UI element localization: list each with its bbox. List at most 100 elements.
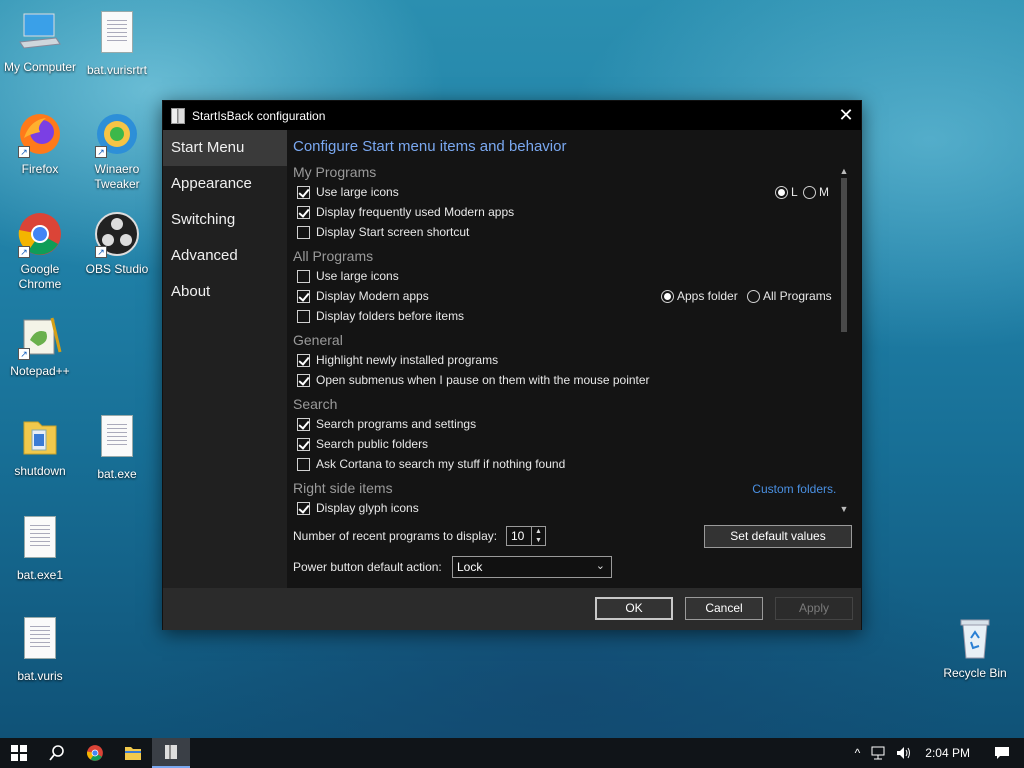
title-bar[interactable]: StartIsBack configuration ✕	[163, 101, 861, 130]
document-icon	[16, 617, 64, 665]
checkbox[interactable]	[297, 417, 310, 431]
network-icon[interactable]	[870, 746, 886, 760]
option-label: Search public folders	[316, 437, 429, 451]
option-ap-folders-before[interactable]: Display folders before items	[297, 307, 464, 325]
folder-icon	[16, 412, 64, 460]
sidebar-item-appearance[interactable]: Appearance	[163, 166, 287, 202]
radio-apps-folder[interactable]: Apps folder	[661, 287, 738, 305]
desktop-icon-label: Winaero Tweaker	[94, 162, 140, 191]
radio-button[interactable]	[775, 185, 788, 199]
radio-button[interactable]	[747, 289, 760, 303]
stepper-arrows[interactable]: ▲ ▼	[531, 527, 545, 545]
sidebar-item-start-menu[interactable]: Start Menu	[163, 130, 287, 166]
recent-programs-stepper[interactable]: 10 ▲ ▼	[506, 526, 546, 546]
chrome-icon	[87, 745, 103, 761]
sidebar-item-advanced[interactable]: Advanced	[163, 238, 287, 274]
checkbox[interactable]	[297, 309, 310, 323]
checkbox[interactable]	[297, 373, 310, 387]
set-default-values-button[interactable]: Set default values	[704, 525, 852, 548]
section-general: General	[293, 332, 343, 348]
ok-button[interactable]: OK	[595, 597, 673, 620]
notification-icon[interactable]	[994, 746, 1010, 760]
desktop-icon-winaero-tweaker[interactable]: ↗ Winaero Tweaker	[77, 110, 157, 192]
radio-label: M	[819, 185, 829, 199]
stepper-up-icon[interactable]: ▲	[532, 527, 545, 536]
radio-all-programs[interactable]: All Programs	[747, 287, 832, 305]
desktop-icon-obs-studio[interactable]: ↗ OBS Studio	[77, 210, 157, 277]
firefox-icon: ↗	[16, 110, 64, 158]
obs-icon: ↗	[93, 210, 141, 258]
checkbox[interactable]	[297, 185, 310, 199]
start-button[interactable]	[0, 738, 38, 768]
section-right-side-items: Right side items	[293, 480, 393, 496]
folder-icon	[125, 747, 141, 760]
vertical-scrollbar[interactable]: ▲ ▼	[837, 164, 851, 516]
option-search-programs[interactable]: Search programs and settings	[297, 415, 476, 433]
cancel-button[interactable]: Cancel	[685, 597, 763, 620]
taskbar-file-explorer[interactable]	[114, 738, 152, 768]
scroll-up-icon[interactable]: ▲	[839, 166, 849, 176]
option-gen-highlight[interactable]: Highlight newly installed programs	[297, 351, 498, 369]
section-search: Search	[293, 396, 338, 412]
dialog-footer: OK Cancel Apply	[163, 588, 861, 630]
checkbox[interactable]	[297, 269, 310, 283]
radio-button[interactable]	[803, 185, 816, 199]
desktop-icon-notepad-plus-plus[interactable]: ↗ Notepad++	[0, 312, 80, 379]
checkbox[interactable]	[297, 457, 310, 471]
option-mp-modern-apps[interactable]: Display frequently used Modern apps	[297, 203, 514, 221]
checkbox[interactable]	[297, 501, 310, 515]
desktop-icon-google-chrome[interactable]: ↗ Google Chrome	[0, 210, 80, 292]
desktop-icon-firefox[interactable]: ↗ Firefox	[0, 110, 80, 177]
volume-icon[interactable]	[896, 746, 912, 760]
chevron-up-icon[interactable]: ^	[855, 746, 861, 760]
option-mp-large-icons[interactable]: Use large icons	[297, 183, 399, 201]
taskbar-startisback[interactable]	[152, 738, 190, 768]
desktop-icon-label: OBS Studio	[85, 262, 149, 276]
taskbar-chrome[interactable]	[76, 738, 114, 768]
desktop-icon-bat-vurisrtrt[interactable]: bat.vurisrtrt	[77, 8, 157, 78]
apply-button[interactable]: Apply	[775, 597, 853, 620]
radio-button[interactable]	[661, 289, 674, 303]
desktop-icon-my-computer[interactable]: My Computer	[0, 8, 80, 75]
clock[interactable]: 2:04 PM	[925, 746, 970, 760]
radio-icon-size-m[interactable]: M	[803, 183, 829, 201]
desktop-icon-label: bat.vuris	[17, 669, 63, 683]
option-rs-glyph-icons[interactable]: Display glyph icons	[297, 499, 419, 516]
sidebar-item-about[interactable]: About	[163, 274, 287, 310]
checkbox[interactable]	[297, 437, 310, 451]
desktop-icon-label: Notepad++	[10, 364, 70, 378]
option-search-public[interactable]: Search public folders	[297, 435, 428, 453]
option-label: Display Modern apps	[316, 289, 429, 303]
document-icon	[93, 415, 141, 463]
desktop-icon-label: bat.exe1	[16, 568, 64, 582]
sidebar-item-switching[interactable]: Switching	[163, 202, 287, 238]
stepper-value[interactable]: 10	[511, 529, 524, 543]
checkbox[interactable]	[297, 289, 310, 303]
option-ap-large-icons[interactable]: Use large icons	[297, 267, 399, 285]
power-button-select[interactable]: Lock ⌄	[452, 556, 612, 578]
desktop-icon-bat-vuris[interactable]: bat.vuris	[0, 614, 80, 684]
radio-icon-size-l[interactable]: L	[775, 183, 798, 201]
custom-folders-link[interactable]: Custom folders...	[752, 482, 843, 496]
checkbox[interactable]	[297, 353, 310, 367]
option-gen-submenus[interactable]: Open submenus when I pause on them with …	[297, 371, 650, 389]
desktop-icon-label: shutdown	[14, 464, 66, 478]
scroll-down-icon[interactable]: ▼	[839, 504, 849, 514]
checkbox[interactable]	[297, 225, 310, 239]
desktop-icon-recycle-bin[interactable]: Recycle Bin	[935, 614, 1015, 681]
startisback-app-icon	[165, 745, 177, 759]
option-label: Display frequently used Modern apps	[316, 205, 515, 219]
option-ap-modern-apps[interactable]: Display Modern apps	[297, 287, 429, 305]
startisback-config-window: StartIsBack configuration ✕ Start Menu A…	[162, 100, 862, 630]
desktop-icon-bat-exe1[interactable]: bat.exe1	[0, 513, 80, 583]
stepper-down-icon[interactable]: ▼	[532, 536, 545, 545]
close-button[interactable]: ✕	[831, 101, 861, 130]
desktop-icon-bat-exe[interactable]: bat.exe	[77, 412, 157, 482]
option-search-cortana[interactable]: Ask Cortana to search my stuff if nothin…	[297, 455, 565, 473]
checkbox[interactable]	[297, 205, 310, 219]
scrollbar-thumb[interactable]	[841, 178, 847, 332]
option-mp-start-screen[interactable]: Display Start screen shortcut	[297, 223, 469, 241]
desktop-icon-shutdown[interactable]: shutdown	[0, 412, 80, 479]
search-button[interactable]	[38, 738, 76, 768]
power-button-label: Power button default action:	[293, 560, 442, 574]
